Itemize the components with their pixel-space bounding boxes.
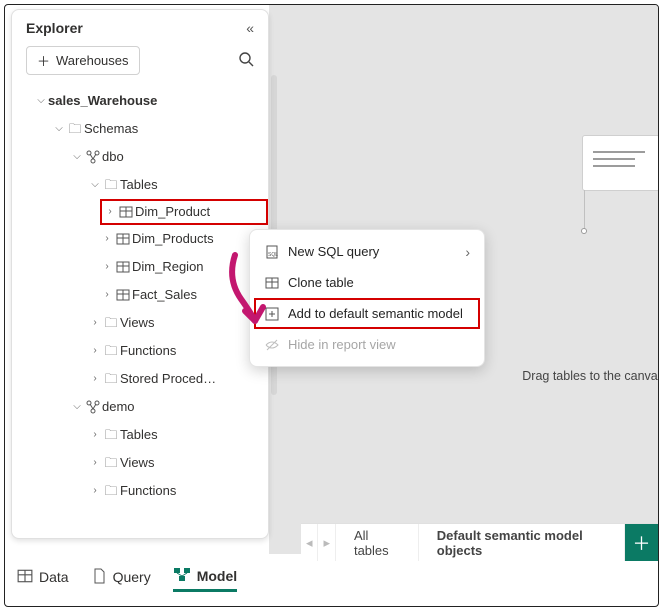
tree-functions-dbo[interactable]: › 🗀 Functions	[88, 337, 268, 365]
ctx-clone-table[interactable]: Clone table	[254, 267, 480, 298]
chevron-down-icon: ⌵	[70, 397, 84, 417]
chevron-right-icon: ›	[88, 341, 102, 361]
view-tab-data[interactable]: Data	[17, 566, 69, 592]
eye-off-icon	[264, 338, 280, 352]
folder-icon: 🗀	[102, 425, 120, 445]
chevron-right-icon: ›	[100, 285, 114, 305]
tree-schemas[interactable]: ⌵ 🗀 Schemas	[52, 115, 268, 143]
tree-views-dbo[interactable]: › 🗀 Views	[88, 309, 268, 337]
explorer-title: Explorer	[26, 20, 83, 36]
chevron-down-icon: ⌵	[52, 119, 66, 139]
tree-sprocs-dbo[interactable]: › 🗀 Stored Proced…	[88, 365, 268, 393]
table-icon	[17, 568, 33, 587]
view-tab-query[interactable]: Query	[91, 566, 151, 592]
tree-schema-dbo[interactable]: ⌵ dbo	[70, 143, 268, 171]
tabs-next-icon[interactable]: ▸	[318, 524, 335, 561]
tree-table-fact-sales[interactable]: › Fact_Sales	[100, 281, 268, 309]
table-icon	[114, 260, 132, 274]
table-icon	[114, 288, 132, 302]
chevron-down-icon: ⌵	[70, 147, 84, 167]
folder-icon: 🗀	[102, 175, 120, 195]
chevron-right-icon: ›	[88, 425, 102, 445]
tab-all-tables[interactable]: All tables	[336, 524, 419, 561]
folder-icon: 🗀	[102, 453, 120, 473]
add-warehouses-label: Warehouses	[56, 53, 129, 68]
folder-icon: 🗀	[66, 119, 84, 139]
tree-views-demo[interactable]: › 🗀 Views	[88, 449, 268, 477]
tree-table-dim-region[interactable]: › Dim_Region	[100, 253, 268, 281]
svg-text:SQL: SQL	[268, 252, 278, 258]
chevron-right-icon: ›	[100, 257, 114, 277]
plus-icon: ＋	[37, 51, 50, 70]
tree-tables-dbo[interactable]: ⌵ 🗀 Tables	[88, 171, 268, 199]
ctx-new-sql-query[interactable]: SQL New SQL query	[254, 236, 480, 267]
explorer-panel: Explorer « ＋ Warehouses ⌵ sales_Warehous…	[11, 9, 269, 539]
chevron-down-icon: ⌵	[34, 91, 48, 111]
canvas-hint-text: Drag tables to the canvas	[522, 369, 659, 383]
explorer-tree: ⌵ sales_Warehouse ⌵ 🗀 Schemas ⌵ dbo ⌵ 🗀 …	[12, 83, 268, 515]
chevron-right-icon: ›	[100, 229, 114, 249]
chevron-right-icon: ›	[103, 202, 117, 222]
tree-table-dim-products[interactable]: › Dim_Products	[100, 225, 268, 253]
view-tab-model[interactable]: Model	[173, 566, 237, 592]
table-card-preview	[582, 135, 659, 191]
ctx-hide-in-report-view: Hide in report view	[254, 329, 480, 360]
tabs-prev-icon[interactable]: ◂	[301, 524, 318, 561]
sql-icon: SQL	[264, 245, 280, 259]
chevron-down-icon: ⌵	[88, 175, 102, 195]
add-tab-button[interactable]: ＋	[625, 524, 658, 561]
chevron-right-icon: ›	[88, 369, 102, 389]
tree-table-dim-product[interactable]: › Dim_Product	[100, 199, 268, 225]
view-switcher: Data Query Model	[17, 566, 237, 592]
document-icon	[91, 568, 107, 587]
chevron-right-icon: ›	[88, 313, 102, 333]
tree-tables-demo[interactable]: › 🗀 Tables	[88, 421, 268, 449]
table-icon	[114, 232, 132, 246]
folder-icon: 🗀	[102, 341, 120, 361]
add-warehouses-button[interactable]: ＋ Warehouses	[26, 46, 140, 75]
tree-functions-demo[interactable]: › 🗀 Functions	[88, 477, 268, 505]
tree-schema-demo[interactable]: ⌵ demo	[70, 393, 268, 421]
schema-icon	[84, 400, 102, 414]
folder-icon: 🗀	[102, 481, 120, 501]
schema-icon	[84, 150, 102, 164]
table-icon	[264, 276, 280, 290]
context-menu: SQL New SQL query Clone table Add to def…	[249, 229, 485, 367]
chevron-right-icon: ›	[88, 481, 102, 501]
table-icon	[117, 205, 135, 219]
tab-default-semantic-model[interactable]: Default semantic model objects	[419, 524, 625, 561]
tree-warehouse[interactable]: ⌵ sales_Warehouse	[34, 87, 268, 115]
collapse-icon[interactable]: «	[246, 20, 254, 36]
ctx-add-to-semantic-model[interactable]: Add to default semantic model	[254, 298, 480, 329]
canvas-tabstrip: ◂ ▸ All tables Default semantic model ob…	[301, 523, 658, 561]
search-icon[interactable]	[238, 51, 254, 71]
folder-icon: 🗀	[102, 313, 120, 333]
add-box-icon	[264, 307, 280, 321]
chevron-right-icon: ›	[88, 453, 102, 473]
model-icon	[173, 566, 191, 585]
folder-icon: 🗀	[102, 369, 120, 389]
